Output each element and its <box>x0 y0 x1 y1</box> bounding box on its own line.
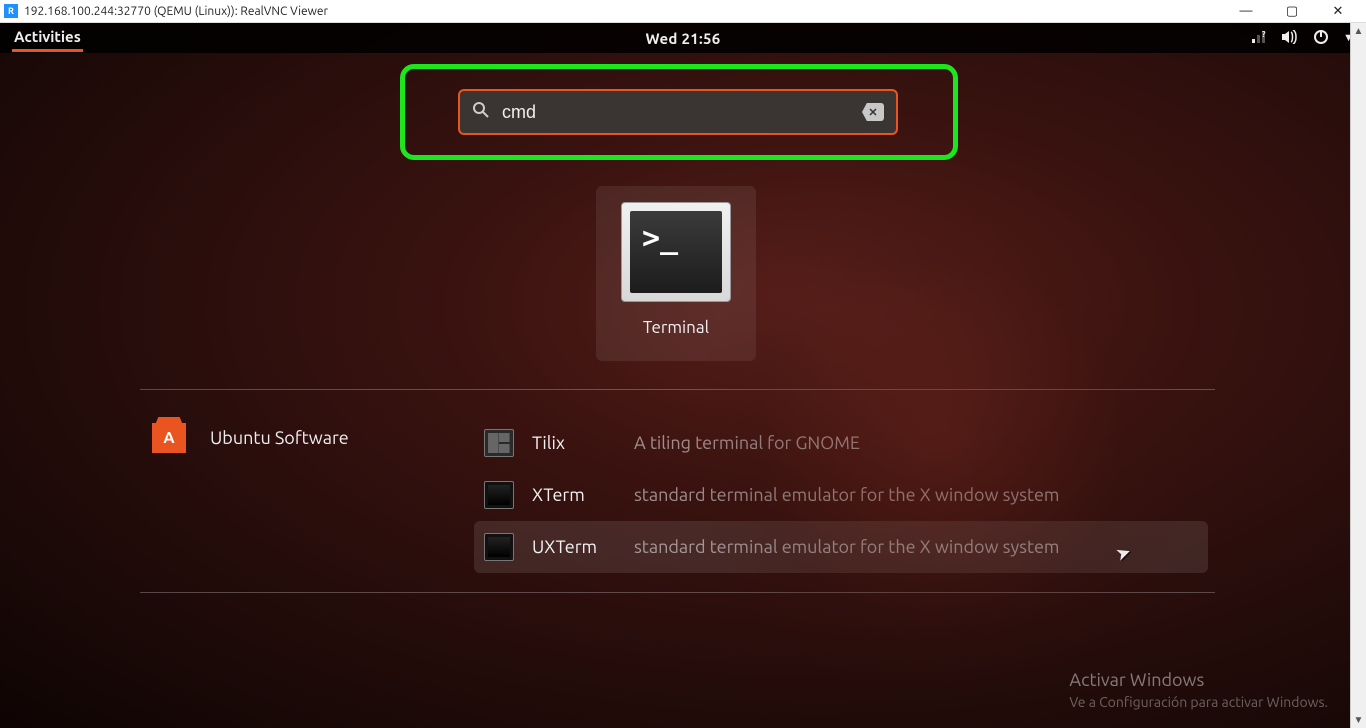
tilix-icon <box>484 429 514 457</box>
terminal-prompt: >_ <box>630 211 722 293</box>
search-input[interactable] <box>502 102 850 123</box>
clear-search-button[interactable]: ✕ <box>862 103 884 121</box>
scroll-track[interactable] <box>1351 39 1366 712</box>
ubuntu-software-icon <box>152 423 186 453</box>
xt-icon <box>484 533 514 561</box>
software-result-row[interactable]: UXTerm standard terminal emulator for the… <box>474 521 1208 573</box>
software-category[interactable]: Ubuntu Software <box>152 423 349 453</box>
terminal-icon: >_ <box>621 202 731 302</box>
host-scrollbar[interactable]: ▲ ▼ <box>1350 23 1366 728</box>
maximize-button[interactable]: ▢ <box>1278 4 1306 19</box>
software-result-description: A tiling terminal for GNOME <box>634 433 860 453</box>
network-icon[interactable]: ? <box>1251 30 1267 47</box>
software-result-name: Tilix <box>532 433 616 453</box>
window-controls: — ▢ ✕ <box>1232 4 1362 19</box>
host-window-titlebar: R 192.168.100.244:32770 (QEMU (Linux)): … <box>0 0 1366 23</box>
divider <box>140 389 1215 390</box>
software-result-description: standard terminal emulator for the X win… <box>634 485 1059 505</box>
windows-activation-watermark: Activar Windows Ve a Configuración para … <box>1069 670 1328 710</box>
scroll-down-button[interactable]: ▼ <box>1351 712 1366 728</box>
software-result-row[interactable]: Tilix A tiling terminal for GNOME <box>474 417 1208 469</box>
software-results: Tilix A tiling terminal for GNOME XTerm sta… <box>474 417 1208 573</box>
activities-button[interactable]: Activities <box>12 24 83 52</box>
svg-text:?: ? <box>1262 30 1266 39</box>
scroll-up-button[interactable]: ▲ <box>1351 23 1366 39</box>
activities-search[interactable]: ✕ <box>458 89 898 135</box>
software-result-name: UXTerm <box>532 537 616 557</box>
power-icon[interactable] <box>1313 29 1329 48</box>
software-result-description: standard terminal emulator for the X win… <box>634 537 1059 557</box>
software-category-label: Ubuntu Software <box>210 428 349 448</box>
gnome-topbar: Activities Wed 21:56 ? ▼ <box>0 23 1366 53</box>
app-result-label: Terminal <box>643 318 709 337</box>
divider <box>140 592 1215 593</box>
app-result-terminal[interactable]: >_ Terminal <box>596 186 756 361</box>
gnome-desktop: Activities Wed 21:56 ? ▼ ✕ >_ Terminal <box>0 23 1366 728</box>
watermark-line1: Activar Windows <box>1069 670 1328 690</box>
volume-icon[interactable] <box>1281 30 1299 47</box>
window-title: 192.168.100.244:32770 (QEMU (Linux)): Re… <box>24 5 328 18</box>
clock[interactable]: Wed 21:56 <box>645 30 720 47</box>
software-result-row[interactable]: XTerm standard terminal emulator for the … <box>474 469 1208 521</box>
minimize-button[interactable]: — <box>1232 4 1260 19</box>
search-icon <box>472 101 490 123</box>
realvnc-icon: R <box>4 4 18 18</box>
software-result-name: XTerm <box>532 485 616 505</box>
close-button[interactable]: ✕ <box>1324 4 1352 19</box>
system-tray[interactable]: ? ▼ <box>1251 29 1354 48</box>
watermark-line2: Ve a Configuración para activar Windows. <box>1069 694 1328 710</box>
xt-icon <box>484 481 514 509</box>
